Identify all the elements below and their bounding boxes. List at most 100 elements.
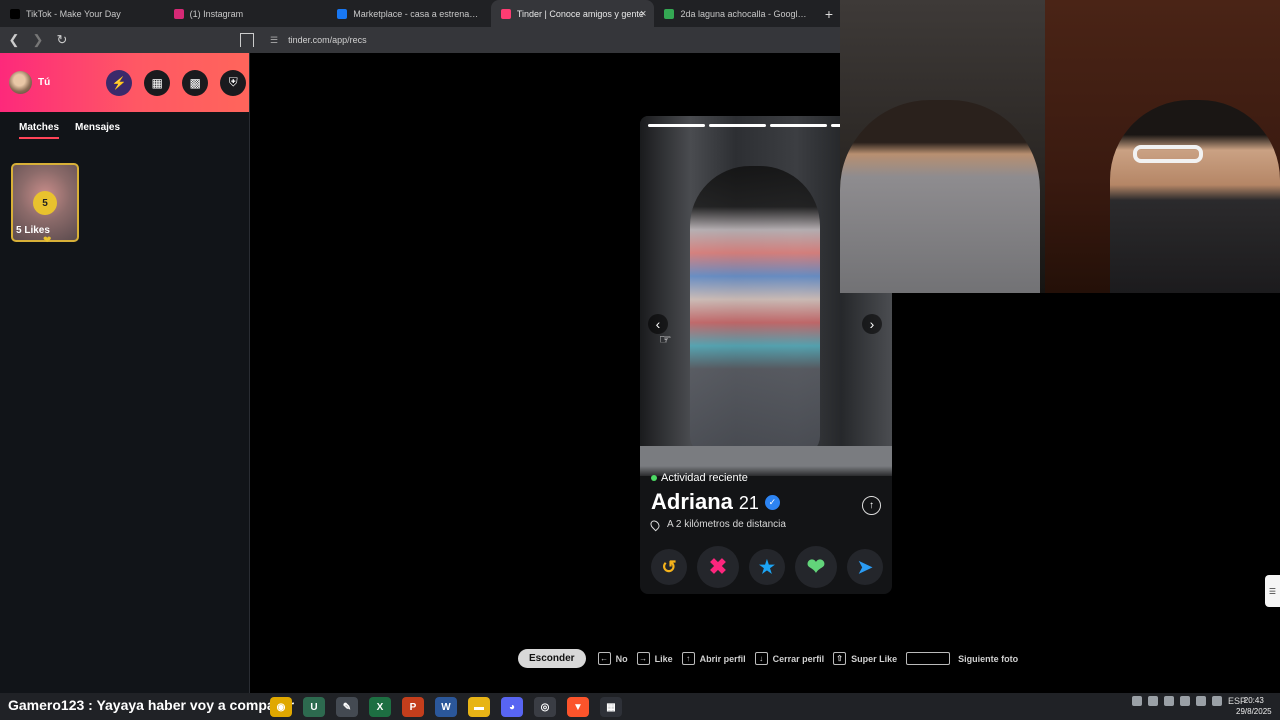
close-tab-icon[interactable]: ×	[640, 8, 646, 20]
hide-hints-button[interactable]: Esconder	[518, 649, 586, 668]
url-text: tinder.com/app/recs	[288, 35, 367, 45]
browser-tab[interactable]: Tinder | Conoce amigos y gente ×	[490, 0, 655, 27]
site-settings-icon[interactable]: ☰	[270, 35, 278, 46]
name-row: Adriana 21 ✓	[651, 489, 881, 515]
briefcase-icon[interactable]: ▩	[182, 69, 209, 96]
hint-label: Siguiente foto	[958, 653, 1019, 664]
online-dot-icon	[651, 475, 657, 481]
browser-tab-label: TikTok - Make Your Day	[26, 8, 121, 19]
powerpoint-icon[interactable]: P	[402, 697, 424, 717]
down-arrow-key-icon: ↓	[754, 652, 768, 665]
rewind-button[interactable]: ↺	[651, 549, 687, 585]
boost-icon[interactable]: ⚡	[106, 69, 133, 96]
back-icon[interactable]: ❮	[4, 30, 24, 50]
browser-tab[interactable]: (1) Instagram	[164, 0, 328, 27]
hint-next-photo: Siguiente foto	[906, 652, 1018, 665]
gold-heart-icon: ❤	[43, 235, 52, 246]
forward-icon[interactable]: ❯	[28, 30, 48, 50]
address-bar[interactable]: ☰ tinder.com/app/recs	[270, 35, 367, 46]
tray-app-icon[interactable]	[1164, 696, 1174, 706]
like-button[interactable]: ❤	[795, 546, 837, 588]
chrome-icon[interactable]: ◉	[270, 697, 292, 717]
tab-messages[interactable]: Mensajes	[75, 122, 120, 139]
boost-button[interactable]: ➤	[847, 549, 883, 585]
likes-card[interactable]: 5 5 Likes ❤	[11, 163, 79, 246]
clock-time: 20:43	[1243, 696, 1264, 705]
explorer-icon[interactable]: ▬	[468, 697, 490, 717]
space-key-icon	[906, 652, 951, 665]
browser-tab[interactable]: 2da laguna achocalla - Google Maps	[654, 0, 818, 27]
browser-toolbar: ❮ ❯ ↻ ☰ tinder.com/app/recs	[0, 27, 840, 53]
hint-nope: ← No	[597, 652, 628, 665]
hint-super-like: ⇧ Super Like	[833, 652, 897, 665]
right-arrow-key-icon: →	[636, 652, 650, 665]
volume-icon[interactable]	[1148, 696, 1158, 706]
stream-app-icon[interactable]: ▦	[600, 697, 622, 717]
sidebar-header: Tú ⚡ ▦ ▩ ⛨	[0, 53, 249, 112]
side-panel-tab-icon[interactable]: ☰	[1265, 575, 1280, 607]
sunglasses	[1133, 145, 1203, 163]
tray-app-icon[interactable]	[1212, 696, 1222, 706]
likes-count-badge: 5	[33, 191, 57, 215]
webcam-overlay	[840, 0, 1280, 293]
profile-label[interactable]: Tú	[38, 77, 50, 88]
next-photo-icon[interactable]: ›	[862, 314, 882, 334]
nope-button[interactable]: ✖	[697, 546, 739, 588]
activity-text: Actividad reciente	[661, 472, 748, 484]
browser-tab-label: Marketplace - casa a estrenar en Alq	[353, 8, 481, 19]
discord-icon[interactable]: ◕	[501, 697, 523, 717]
network-icon[interactable]	[1132, 696, 1142, 706]
stream-chat-message: Gamero123 : Yayaya haber voy a compartir	[8, 697, 295, 713]
tiktok-icon	[10, 8, 20, 19]
open-profile-icon[interactable]: ↑	[862, 496, 881, 515]
hint-label: Super Like	[851, 653, 898, 664]
tool-icon[interactable]: ✎	[336, 697, 358, 717]
brave-icon[interactable]: ▼	[567, 697, 589, 717]
left-arrow-key-icon: ←	[597, 652, 611, 665]
display-icon[interactable]	[1180, 696, 1190, 706]
mouse-cursor-icon: ☞	[659, 331, 672, 347]
browser-tab-label: Tinder | Conoce amigos y gente	[516, 8, 644, 19]
location-pin-icon	[648, 518, 662, 531]
upwork-icon[interactable]: U	[303, 697, 325, 717]
action-buttons: ↺ ✖ ★ ❤ ➤	[651, 546, 883, 588]
explore-icon[interactable]: ▦	[144, 69, 171, 96]
reload-icon[interactable]: ↻	[52, 30, 72, 50]
hint-like: → Like	[636, 652, 673, 665]
browser-tab-label: (1) Instagram	[189, 8, 244, 19]
new-tab-icon[interactable]: +	[818, 3, 840, 25]
photo-subject	[690, 166, 820, 456]
facebook-icon	[337, 8, 348, 19]
bookmark-icon[interactable]	[240, 33, 254, 47]
up-arrow-key-icon: ↑	[681, 652, 695, 665]
avatar[interactable]	[9, 71, 32, 94]
excel-icon[interactable]: X	[369, 697, 391, 717]
webcam-person-left	[840, 100, 1040, 293]
tinder-icon	[500, 8, 511, 19]
hint-label: Abrir perfil	[699, 653, 746, 664]
microphone-icon[interactable]	[1196, 696, 1206, 706]
clock[interactable]: 20:43 29/8/2025	[1236, 695, 1272, 717]
photo-progress-bar[interactable]	[770, 124, 827, 127]
matches-sidebar: Tú ⚡ ▦ ▩ ⛨ Matches Mensajes 5 5 Likes ❤	[0, 53, 250, 693]
shield-icon[interactable]: ⛨	[220, 69, 247, 96]
tab-matches[interactable]: Matches	[19, 122, 60, 139]
photo-progress-bar[interactable]	[709, 124, 766, 127]
word-icon[interactable]: W	[435, 697, 457, 717]
photo-progress-bar[interactable]	[648, 124, 705, 127]
taskbar-apps: ◉ U ✎ X P W ▬ ◕ ◎ ▼ ▦	[270, 697, 622, 717]
obs-icon[interactable]: ◎	[534, 697, 556, 717]
browser-tab[interactable]: TikTok - Make Your Day	[0, 0, 164, 27]
activity-status: Actividad reciente	[651, 472, 881, 484]
hint-open-profile: ↑ Abrir perfil	[681, 652, 746, 665]
hint-label: No	[615, 653, 628, 664]
distance-text: A 2 kilómetros de distancia	[667, 519, 786, 530]
instagram-icon	[173, 8, 184, 19]
browser-tab[interactable]: Marketplace - casa a estrenar en Alq	[327, 0, 491, 27]
super-like-button[interactable]: ★	[749, 549, 785, 585]
maps-icon	[664, 8, 675, 19]
clock-date: 29/8/2025	[1236, 707, 1272, 716]
hint-label: Like	[654, 653, 673, 664]
enter-key-icon: ⇧	[833, 652, 847, 665]
hint-close-profile: ↓ Cerrar perfil	[754, 652, 824, 665]
